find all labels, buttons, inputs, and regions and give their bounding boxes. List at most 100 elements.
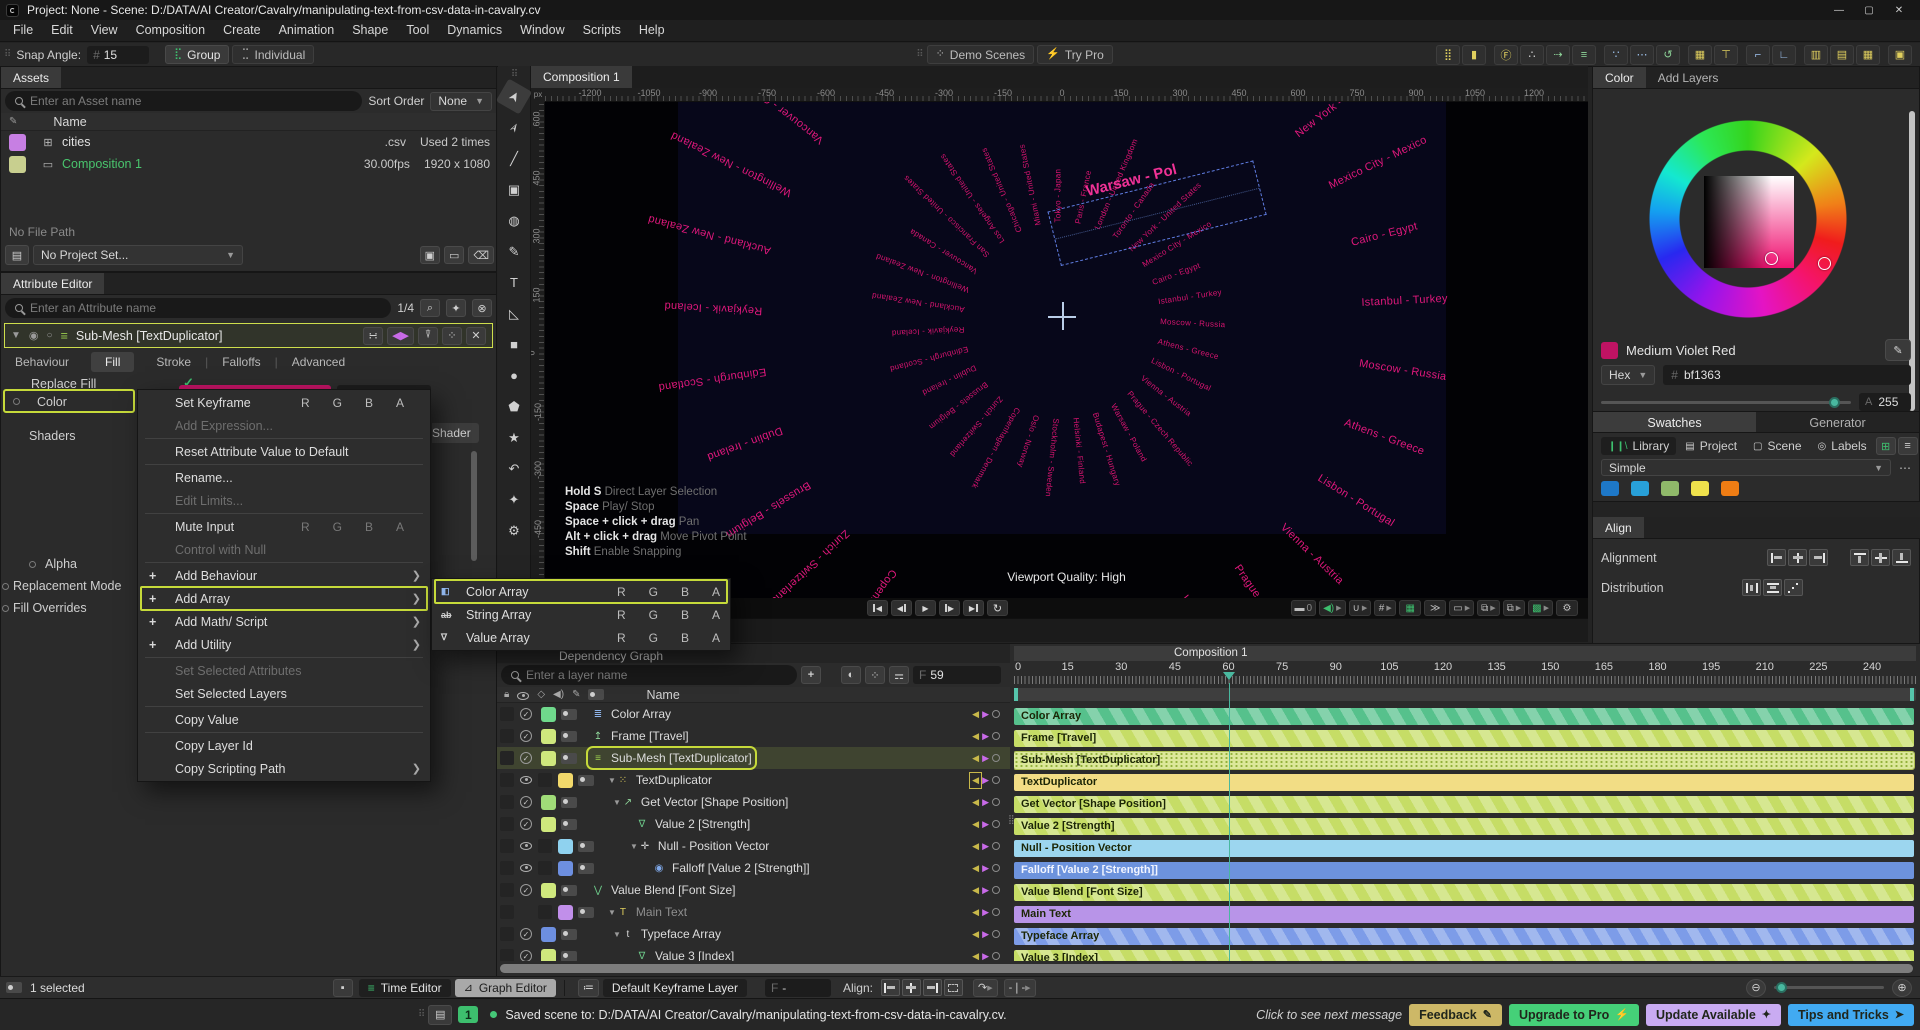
snap-angle-input[interactable] [104, 48, 138, 62]
layer-row-get-vector-shape-position[interactable]: ✓▼↗Get Vector [Shape Position]◀▶ [497, 791, 1010, 813]
polygon-tool[interactable]: ⬟ [501, 393, 527, 420]
eye-icon[interactable] [520, 864, 532, 872]
individual-button[interactable]: ⣉ Individual [232, 45, 314, 64]
menu-item-set-selected-layers[interactable]: Set Selected Layers [138, 682, 430, 705]
rows-icon[interactable]: ▤ [1830, 45, 1854, 65]
stopwatch-icon[interactable] [992, 864, 1000, 872]
menu-item-reset-attribute-value-to-default[interactable]: Reset Attribute Value to Default [138, 440, 430, 463]
frame-bounds-icon[interactable]: ▭▶ [1449, 600, 1474, 616]
rectangle-tool[interactable]: ■ [501, 331, 527, 358]
prev-next-icon[interactable]: ◀▶ [387, 327, 414, 345]
channel-r[interactable]: R [617, 631, 626, 645]
stopwatch-icon[interactable] [992, 886, 1000, 894]
swatch-more-button[interactable]: ⋯ [1899, 461, 1911, 475]
magnet-icon[interactable]: ∪▶ [1349, 600, 1372, 616]
hex-field[interactable]: # bf1363 [1663, 365, 1911, 385]
menu-scripts[interactable]: Scripts [574, 20, 630, 41]
channel-b[interactable]: B [681, 608, 689, 622]
minimize-button[interactable]: — [1824, 5, 1854, 16]
columns-icon[interactable]: ▥ [1804, 45, 1828, 65]
audio-icon[interactable]: ◀) [553, 689, 564, 700]
keyframe-nav-left-icon[interactable]: ◀ [972, 797, 979, 808]
keyframe-nav-right-icon[interactable]: ▶ [982, 753, 989, 764]
menu-item-copy-value[interactable]: Copy Value [138, 708, 430, 731]
submenu-item-color-array[interactable]: ◧Color ArrayRGBA [432, 580, 730, 603]
sparkle-tool[interactable]: ✦ [501, 486, 527, 513]
submenu-item-value-array[interactable]: ∇Value ArrayRGBA [432, 626, 730, 649]
layer-chip-icon[interactable] [561, 951, 577, 962]
channel-g[interactable]: G [649, 608, 658, 622]
timeline-bar-value-3-index[interactable]: Value 3 [Index] [1014, 950, 1914, 961]
timeline-zoom-slider[interactable] [1774, 986, 1884, 989]
node-io-icon[interactable]: ∺ [363, 327, 383, 345]
gear-icon[interactable]: ⚙ [1556, 600, 1578, 616]
close-attribute-icon[interactable]: ✕ [466, 327, 486, 345]
monitor-icon[interactable]: ▭ [444, 246, 464, 264]
timeline-bar-typeface-array[interactable]: Typeface Array [1014, 928, 1914, 945]
timeline-bar-sub-mesh-textduplicator[interactable]: Sub-Mesh [TextDuplicator] [1014, 752, 1914, 769]
layer-row-color-array[interactable]: ✓≣Color Array◀▶ [497, 703, 1010, 725]
expand-chevron-icon[interactable]: ▼ [613, 798, 621, 807]
lock-icon[interactable]: 🔒︎ [504, 689, 509, 700]
expand-chevron-icon[interactable]: ▼ [608, 776, 616, 785]
magnet-add-icon[interactable]: ⁘ [865, 666, 885, 684]
color-chip-icon[interactable] [588, 689, 604, 700]
grid-view-icon[interactable]: ⊞ [1876, 437, 1896, 455]
dot-toggle-button[interactable]: ▪ [333, 979, 353, 997]
timeline-hscrollbar[interactable] [500, 964, 1913, 973]
layer-color-swatch[interactable] [541, 707, 556, 722]
table-icon[interactable]: ▦ [1688, 45, 1712, 65]
radio-circle-icon[interactable]: ○ [47, 330, 53, 341]
alpha-field[interactable]: A 255 [1859, 393, 1911, 411]
keyframe-nav-left-icon[interactable]: ◀ [972, 731, 979, 742]
checker-icon[interactable]: ▩▶ [1528, 600, 1553, 616]
layer-row-value-blend-font-size[interactable]: ✓⋁Value Blend [Font Size]◀▶ [497, 879, 1010, 901]
vertical-ruler[interactable]: 6004503001500-150-300-450 [531, 102, 545, 598]
channel-a[interactable]: A [396, 396, 404, 410]
grid-dots-icon[interactable]: ⣿ [1436, 45, 1460, 65]
globe-tool[interactable]: ◍ [501, 207, 527, 234]
timeline-zoom-knob[interactable] [1776, 982, 1787, 993]
menu-item-add-utility[interactable]: +Add Utility❯ [138, 633, 430, 656]
menu-view[interactable]: View [82, 20, 127, 41]
stopwatch-icon[interactable] [992, 930, 1000, 938]
feedback-button[interactable]: Feedback✎ [1409, 1004, 1502, 1026]
layer-search[interactable] [501, 665, 797, 685]
menu-window[interactable]: Window [511, 20, 573, 41]
menu-item-add-array[interactable]: +Add Array❯ [138, 587, 430, 610]
channel-a[interactable]: A [712, 608, 720, 622]
work-area-bar[interactable] [1014, 688, 1916, 701]
update-available-button[interactable]: Update Available✦ [1646, 1004, 1781, 1026]
channel-a[interactable]: A [712, 631, 720, 645]
layer-chip-icon[interactable] [578, 907, 594, 918]
layer-row-value-2-strength[interactable]: ✓∇Value 2 [Strength]◀▶ [497, 813, 1010, 835]
layer-row-value-3-index[interactable]: ✓∇Value 3 [Index]◀▶ [497, 945, 1010, 961]
settings-tool[interactable]: ⚙ [501, 517, 527, 544]
channel-b[interactable]: B [365, 520, 373, 534]
tab-add-layers[interactable]: Add Layers [1646, 67, 1731, 88]
align-left-button[interactable] [1767, 549, 1786, 566]
visibility-check-icon[interactable]: ✓ [520, 752, 532, 764]
project-set-icon[interactable]: ▤ [5, 245, 29, 265]
menu-dynamics[interactable]: Dynamics [438, 20, 511, 41]
timeline-bar-textduplicator[interactable]: TextDuplicator [1014, 774, 1914, 791]
playhead-handle[interactable] [1223, 672, 1235, 686]
stopwatch-icon[interactable] [992, 952, 1000, 960]
stopwatch-icon[interactable] [992, 754, 1000, 762]
channel-b[interactable]: B [365, 396, 373, 410]
arc-tool[interactable]: ↶ [501, 455, 527, 482]
layer-color-swatch[interactable] [541, 949, 556, 962]
frame-field[interactable]: F59 [913, 666, 1001, 684]
kf-align-left-button[interactable] [881, 979, 900, 996]
asset-color-swatch[interactable] [9, 134, 26, 151]
keyframe-dot-icon[interactable] [13, 398, 20, 405]
layer-row-typeface-array[interactable]: ✓▼tTypeface Array◀▶ [497, 923, 1010, 945]
layer-row-null-position-vector[interactable]: ▼✛Null - Position Vector◀▶ [497, 835, 1010, 857]
ellipse-tool[interactable]: ● [501, 362, 527, 389]
timeline-tracks[interactable]: Composition 1 01530456075901051201351501… [1014, 644, 1916, 961]
library-tab-labels[interactable]: ◎Labels [1811, 437, 1874, 455]
stopwatch-icon[interactable] [992, 842, 1000, 850]
visibility-check-icon[interactable]: ✓ [520, 884, 532, 896]
node-graph-icon[interactable]: ∵ [1604, 45, 1628, 65]
layer-chip-icon[interactable] [561, 731, 577, 742]
